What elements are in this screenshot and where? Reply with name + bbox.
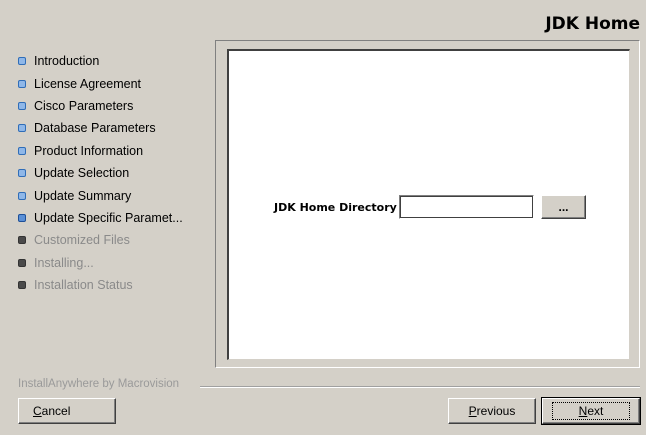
step-item: Product Information — [18, 140, 183, 162]
step-label: Update Summary — [34, 188, 132, 203]
step-label: Installation Status — [34, 278, 133, 293]
step-label: Update Specific Paramet... — [34, 210, 183, 225]
step-pending-icon — [18, 236, 26, 245]
next-button[interactable]: Next — [541, 397, 641, 425]
step-done-icon — [18, 169, 26, 178]
step-label: License Agreement — [34, 76, 142, 91]
step-done-icon — [18, 101, 26, 110]
previous-label: revious — [476, 404, 516, 418]
browse-button[interactable]: ... — [541, 195, 586, 219]
footer-divider — [200, 386, 640, 388]
step-item: Update Selection — [18, 162, 183, 184]
step-item: Cisco Parameters — [18, 95, 183, 117]
step-label: Product Information — [34, 143, 144, 158]
step-done-icon — [18, 124, 26, 133]
jdk-home-input[interactable] — [399, 195, 534, 219]
previous-mnemonic: P — [468, 404, 477, 418]
brand-label: InstallAnywhere by Macrovision — [18, 378, 186, 390]
step-item: Installing... — [18, 252, 183, 274]
step-label: Cisco Parameters — [34, 98, 134, 113]
step-pending-icon — [18, 281, 26, 290]
step-label: Installing... — [34, 255, 94, 270]
step-done-icon — [18, 57, 26, 66]
cancel-button[interactable]: Cancel — [18, 398, 116, 424]
step-item: Installation Status — [18, 274, 183, 296]
step-item-current: Update Specific Paramet... — [18, 207, 183, 229]
next-focus-ring: Next — [551, 402, 631, 420]
cancel-mnemonic: C — [33, 404, 42, 418]
step-item: Introduction — [18, 50, 183, 72]
previous-button[interactable]: Previous — [448, 398, 536, 424]
step-label: Update Selection — [34, 166, 130, 181]
step-done-icon — [18, 146, 26, 155]
steps-list: Introduction License Agreement Cisco Par… — [18, 50, 183, 296]
page-title: JDK Home — [545, 14, 640, 34]
step-item: Customized Files — [18, 229, 183, 251]
step-pending-icon — [18, 258, 26, 267]
cancel-label: ancel — [41, 404, 71, 418]
jdk-home-label: JDK Home Directory — [274, 201, 397, 214]
step-item: License Agreement — [18, 72, 183, 94]
step-label: Customized Files — [34, 233, 130, 248]
step-done-icon — [18, 79, 26, 88]
step-label: Database Parameters — [34, 121, 156, 136]
step-current-icon — [18, 213, 26, 222]
step-item: Database Parameters — [18, 117, 183, 139]
next-label: ext — [587, 404, 604, 418]
step-label: Introduction — [34, 54, 100, 69]
step-done-icon — [18, 191, 26, 200]
step-item: Update Summary — [18, 184, 183, 206]
